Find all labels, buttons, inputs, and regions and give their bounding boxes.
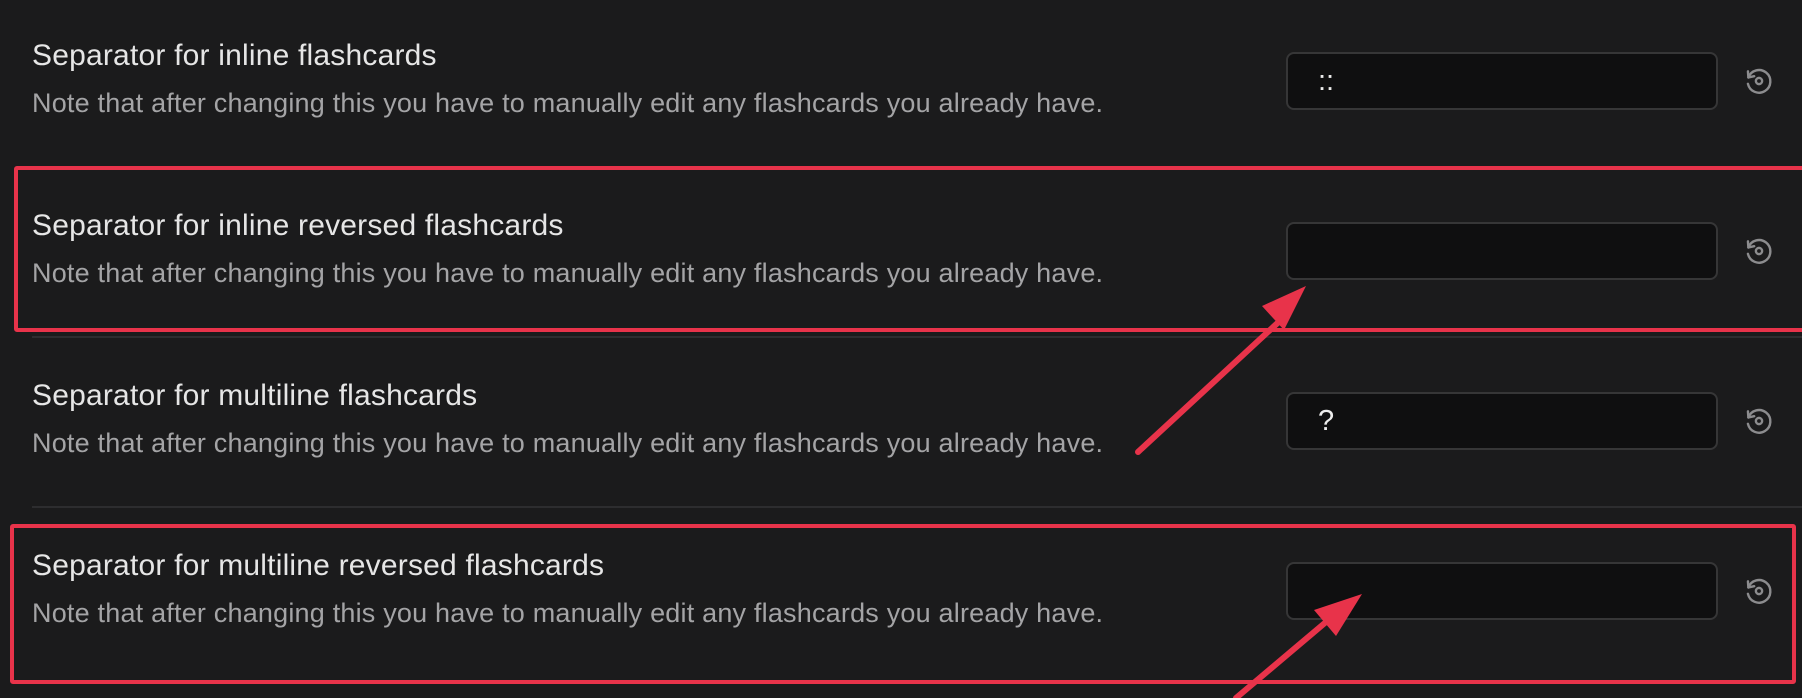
setting-title: Separator for multiline flashcards — [32, 379, 478, 412]
setting-title: Separator for multiline reversed flashca… — [32, 549, 605, 582]
inline-reversed-separator-input[interactable] — [1286, 222, 1718, 280]
inline-separator-input[interactable] — [1286, 52, 1718, 110]
setting-title: Separator for inline flashcards — [32, 39, 437, 72]
reset-icon[interactable] — [1742, 234, 1776, 268]
settings-page: Separator for inline flashcards Note tha… — [0, 0, 1802, 698]
setting-multiline-reversed-separator: Separator for multiline reversed flashca… — [0, 510, 1802, 680]
setting-description: Note that after changing this you have t… — [32, 598, 1104, 628]
setting-inline-reversed-separator: Separator for inline reversed flashcards… — [0, 170, 1802, 340]
setting-title: Separator for inline reversed flashcards — [32, 209, 564, 242]
reset-icon[interactable] — [1742, 404, 1776, 438]
divider — [32, 336, 1802, 338]
multiline-reversed-separator-input[interactable] — [1286, 562, 1718, 620]
setting-description: Note that after changing this you have t… — [32, 428, 1104, 458]
reset-icon[interactable] — [1742, 64, 1776, 98]
multiline-separator-input[interactable] — [1286, 392, 1718, 450]
setting-description: Note that after changing this you have t… — [32, 88, 1104, 118]
reset-icon[interactable] — [1742, 574, 1776, 608]
setting-description: Note that after changing this you have t… — [32, 258, 1104, 288]
divider — [32, 506, 1802, 508]
setting-inline-separator: Separator for inline flashcards Note tha… — [0, 0, 1802, 170]
setting-multiline-separator: Separator for multiline flashcards Note … — [0, 340, 1802, 510]
